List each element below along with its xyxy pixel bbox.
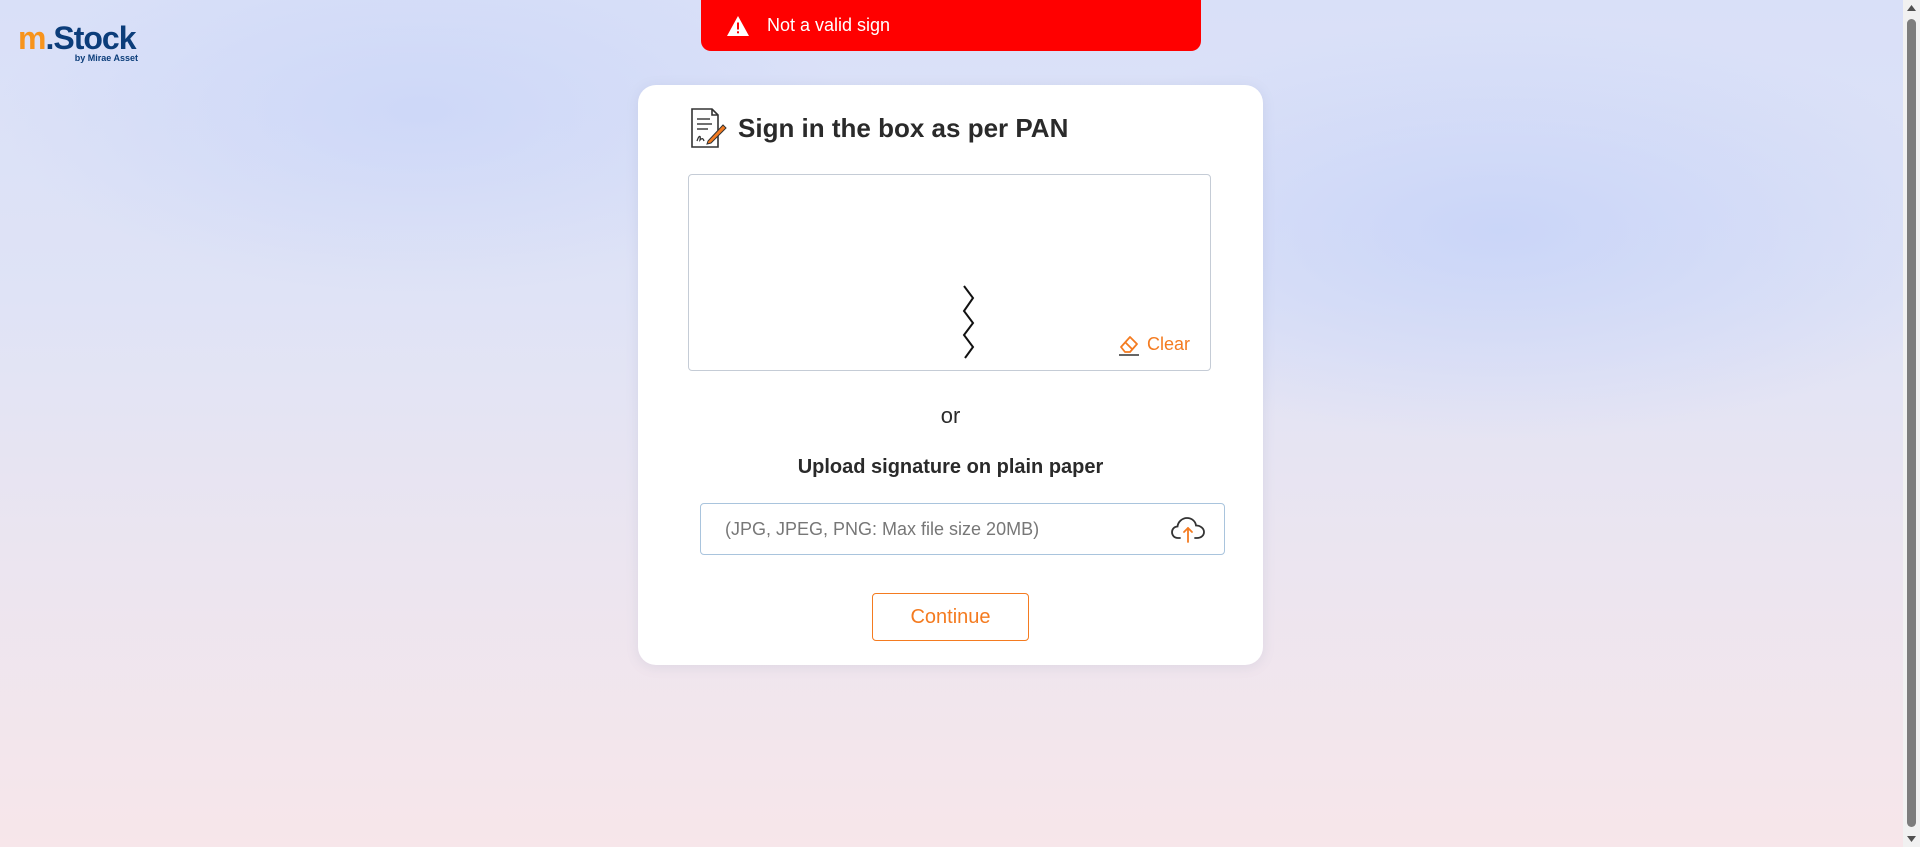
- eraser-icon: [1118, 336, 1139, 356]
- signature-card: Sign in the box as per PAN Clear or Uplo…: [638, 85, 1263, 665]
- logo-wordmark: m.Stock: [18, 20, 136, 56]
- logo-subtitle: by Mirae Asset: [74, 53, 138, 63]
- warning-icon: [727, 15, 749, 36]
- scroll-down-arrow-icon[interactable]: [1903, 830, 1920, 847]
- signature-pad[interactable]: Clear: [688, 174, 1211, 371]
- logo-m: m: [18, 20, 46, 56]
- signature-upload-field[interactable]: (JPG, JPEG, PNG: Max file size 20MB): [700, 503, 1225, 555]
- cloud-upload-icon[interactable]: [1170, 514, 1206, 544]
- card-header: Sign in the box as per PAN: [688, 107, 1068, 149]
- upload-title: Upload signature on plain paper: [797, 456, 1104, 478]
- vertical-scrollbar[interactable]: [1903, 0, 1920, 847]
- document-sign-icon: [691, 108, 727, 148]
- or-divider: or: [940, 403, 961, 428]
- scrollbar-thumb[interactable]: [1907, 19, 1916, 827]
- clear-button[interactable]: Clear: [1117, 332, 1190, 356]
- clear-label: Clear: [1146, 333, 1190, 354]
- upload-placeholder: (JPG, JPEG, PNG: Max file size 20MB): [725, 518, 1040, 539]
- card-title: Sign in the box as per PAN: [738, 112, 1069, 143]
- logo-stock: .Stock: [45, 20, 136, 56]
- scroll-up-arrow-icon[interactable]: [1903, 0, 1920, 17]
- toast-message: Not a valid sign: [767, 15, 891, 35]
- continue-button[interactable]: Continue: [872, 593, 1029, 641]
- mstock-logo[interactable]: m.Stock by Mirae Asset: [18, 20, 142, 64]
- error-toast: Not a valid sign: [701, 0, 1201, 51]
